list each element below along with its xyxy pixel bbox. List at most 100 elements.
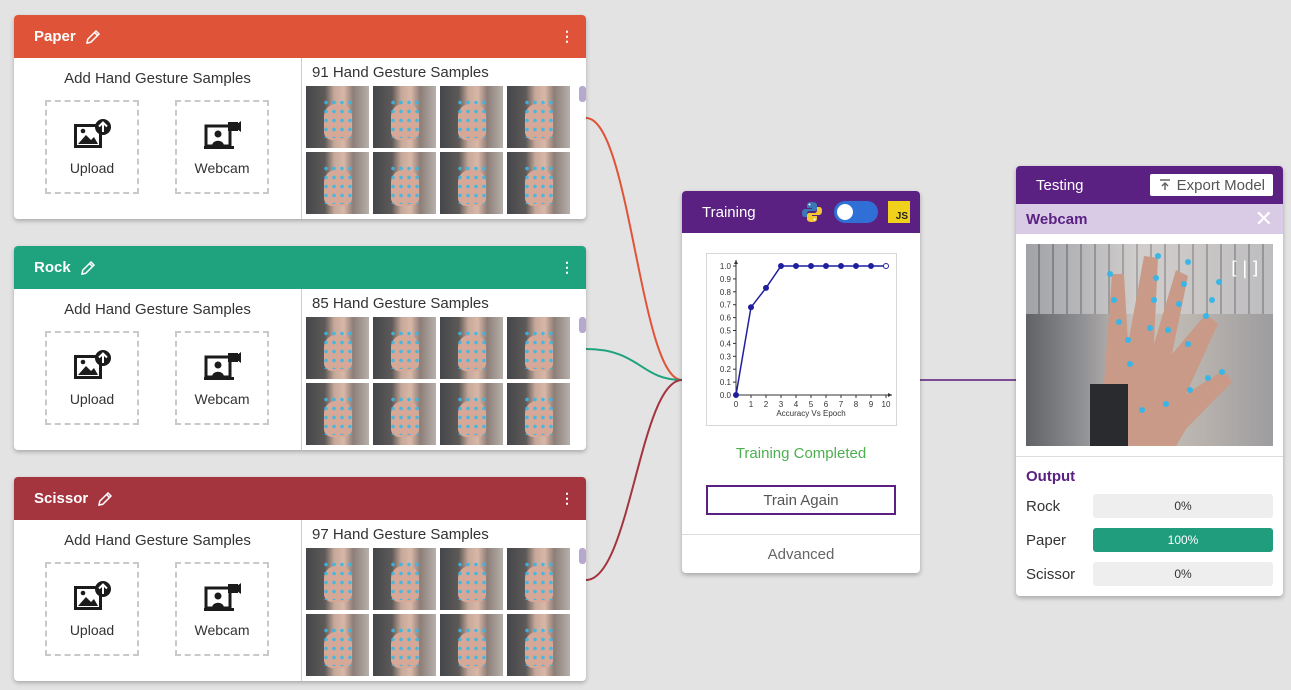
sample-thumbnail[interactable] — [306, 152, 369, 214]
data-point — [838, 263, 844, 269]
sample-thumbnail[interactable] — [306, 383, 369, 445]
data-point — [868, 263, 874, 269]
accuracy-chart: 0 1 2 3 4 5 6 7 8 9 10 0.0 0.1 0.2 0.3 0.4 0.5 0.6 0.7 0.8 0… — [706, 253, 897, 426]
x-tick-label: 2 — [764, 400, 769, 409]
confidence-value: 0% — [1174, 567, 1192, 581]
sample-thumbnail[interactable] — [507, 614, 570, 676]
upload-button[interactable]: Upload — [45, 562, 139, 656]
accuracy-line — [735, 265, 886, 396]
sample-thumbnail[interactable] — [440, 152, 503, 214]
x-axis-label: Accuracy Vs Epoch — [776, 409, 845, 418]
wire-scissor — [585, 379, 683, 581]
sample-thumbnail[interactable] — [373, 86, 436, 148]
sample-thumbnail[interactable] — [373, 383, 436, 445]
data-point — [763, 284, 769, 291]
advanced-button[interactable]: Advanced — [682, 534, 920, 573]
class-name[interactable]: Paper — [34, 28, 76, 45]
sample-thumbnail[interactable] — [507, 548, 570, 610]
webcam-button[interactable]: Webcam — [175, 562, 269, 656]
language-toggle[interactable] — [834, 201, 878, 223]
scrollbar-thumb[interactable] — [579, 548, 586, 564]
y-tick-label: 0.7 — [720, 301, 732, 310]
samples-count: 97 Hand Gesture Samples — [312, 526, 489, 543]
pencil-icon[interactable] — [84, 28, 102, 46]
kebab-menu-icon[interactable]: ⋮ — [560, 259, 574, 276]
training-panel: Training JS 0 1 2 3 4 5 6 7 8 9 10 0.0 0.1 0.2 0.3 0.4 0… — [682, 191, 920, 573]
kebab-menu-icon[interactable]: ⋮ — [560, 28, 574, 45]
sample-thumbnail[interactable] — [373, 152, 436, 214]
javascript-icon[interactable]: JS — [888, 201, 910, 223]
webcam-label: Webcam — [194, 622, 250, 638]
pencil-icon[interactable] — [96, 490, 114, 508]
mirror-icon[interactable]: [|] — [1228, 258, 1261, 279]
image-upload-icon — [74, 119, 111, 148]
sample-thumbnail[interactable] — [440, 317, 503, 379]
sample-thumbnail[interactable] — [440, 614, 503, 676]
class-card-rock: Rock ⋮ Add Hand Gesture Samples Upload W… — [14, 246, 586, 450]
webcam-button[interactable]: Webcam — [175, 100, 269, 194]
sample-grid — [306, 548, 570, 676]
sample-thumbnail[interactable] — [440, 548, 503, 610]
training-title: Training — [702, 203, 756, 221]
scrollbar-thumb[interactable] — [579, 86, 586, 102]
data-point — [808, 263, 814, 269]
class-name[interactable]: Scissor — [34, 490, 88, 507]
webcam-bar: Webcam ✕ — [1016, 204, 1283, 234]
sample-thumbnail[interactable] — [507, 317, 570, 379]
image-upload-icon — [74, 350, 111, 379]
sample-thumbnail[interactable] — [306, 614, 369, 676]
x-tick-label: 5 — [809, 400, 814, 409]
samples-pane: 97 Hand Gesture Samples — [302, 520, 586, 681]
add-samples-title: Add Hand Gesture Samples — [64, 301, 251, 318]
output-label: Rock — [1026, 497, 1061, 515]
sample-thumbnail[interactable] — [373, 614, 436, 676]
sample-thumbnail[interactable] — [306, 86, 369, 148]
x-tick-label: 0 — [734, 400, 739, 409]
output-row-scissor: Scissor 0% — [1026, 562, 1274, 586]
train-again-button[interactable]: Train Again — [706, 485, 896, 515]
add-samples-title: Add Hand Gesture Samples — [64, 70, 251, 87]
sample-thumbnail[interactable] — [373, 317, 436, 379]
y-axis-arrow — [734, 260, 738, 264]
x-tick-label: 9 — [869, 400, 874, 409]
kebab-menu-icon[interactable]: ⋮ — [560, 490, 574, 507]
confidence-value: 100% — [1167, 533, 1199, 547]
export-model-button[interactable]: Export Model — [1149, 174, 1273, 196]
close-icon[interactable]: ✕ — [1255, 206, 1273, 232]
sample-thumbnail[interactable] — [507, 383, 570, 445]
output-row-paper: Paper 100% — [1026, 528, 1274, 552]
data-point — [853, 263, 859, 269]
output-row-rock: Rock 0% — [1026, 494, 1274, 518]
y-tick-label: 0.4 — [720, 339, 732, 348]
x-tick-label: 1 — [749, 400, 754, 409]
training-header: Training JS — [682, 191, 920, 233]
scrollbar-thumb[interactable] — [579, 317, 586, 333]
data-point — [748, 304, 754, 311]
y-tick-label: 0.6 — [720, 314, 732, 323]
output-label: Scissor — [1026, 565, 1076, 583]
x-tick-label: 8 — [854, 400, 859, 409]
sample-thumbnail[interactable] — [507, 86, 570, 148]
webcam-button[interactable]: Webcam — [175, 331, 269, 425]
class-name[interactable]: Rock — [34, 259, 71, 276]
add-samples-title: Add Hand Gesture Samples — [64, 532, 251, 549]
upload-button[interactable]: Upload — [45, 331, 139, 425]
samples-pane: 85 Hand Gesture Samples — [302, 289, 586, 450]
x-tick-label: 4 — [794, 400, 799, 409]
sample-thumbnail[interactable] — [306, 317, 369, 379]
confidence-value: 0% — [1174, 499, 1192, 513]
sample-thumbnail[interactable] — [507, 152, 570, 214]
wire-paper — [585, 117, 683, 381]
upload-button[interactable]: Upload — [45, 100, 139, 194]
sample-grid — [306, 86, 570, 214]
y-tick-label: 0.8 — [720, 288, 732, 297]
samples-count: 91 Hand Gesture Samples — [312, 64, 489, 81]
sample-thumbnail[interactable] — [373, 548, 436, 610]
sample-thumbnail[interactable] — [440, 383, 503, 445]
sample-thumbnail[interactable] — [440, 86, 503, 148]
class-header: Scissor ⋮ — [14, 477, 586, 520]
webcam-feed: [|] — [1026, 244, 1273, 446]
python-icon[interactable] — [800, 200, 824, 224]
sample-thumbnail[interactable] — [306, 548, 369, 610]
pencil-icon[interactable] — [79, 259, 97, 277]
